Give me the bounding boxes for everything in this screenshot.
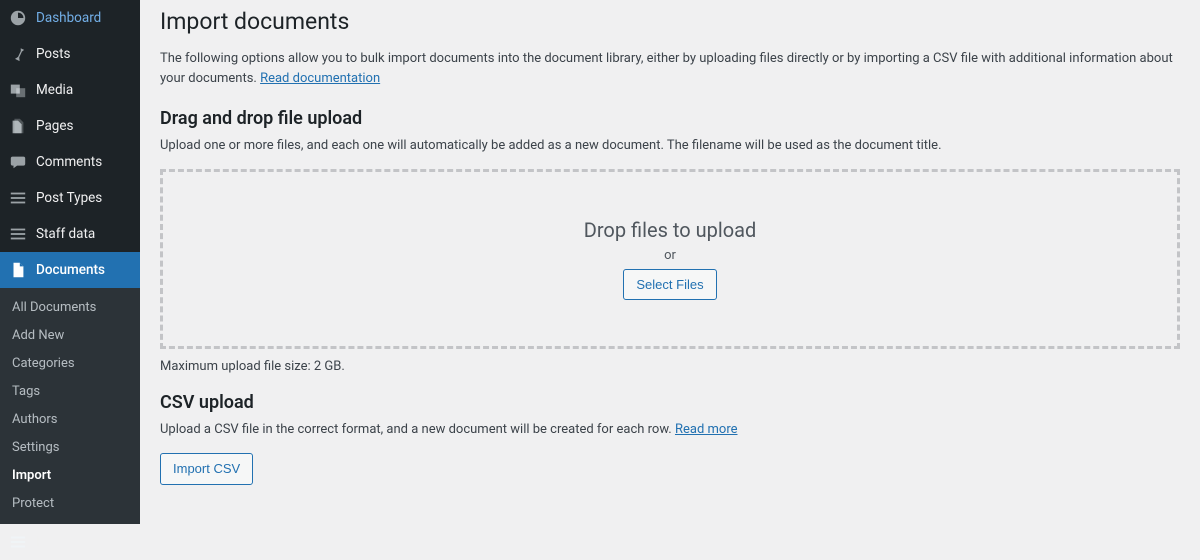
sidebar-item-media[interactable]: Media: [0, 72, 140, 108]
sidebar-item-label: Documents: [36, 261, 105, 279]
pin-icon: [8, 44, 28, 64]
sidebar-item-label: Staff data: [36, 225, 95, 243]
sidebar-item-post-tables[interactable]: Post Tables: [0, 524, 140, 560]
sidebar-item-label: Posts: [36, 45, 70, 63]
dropzone-title: Drop files to upload: [584, 218, 757, 242]
sidebar-submenu-documents: All Documents Add New Categories Tags Au…: [0, 288, 140, 524]
max-upload-hint: Maximum upload file size: 2 GB.: [160, 359, 1180, 374]
section-drag-drop-desc: Upload one or more files, and each one w…: [160, 137, 1180, 155]
comments-icon: [8, 152, 28, 172]
file-dropzone[interactable]: Drop files to upload or Select Files: [160, 169, 1180, 349]
dashboard-icon: [8, 8, 28, 28]
sidebar-item-label: Comments: [36, 153, 102, 171]
submenu-add-new[interactable]: Add New: [0, 322, 140, 350]
table-icon: [8, 532, 28, 552]
submenu-all-documents[interactable]: All Documents: [0, 294, 140, 322]
main-content: Import documents The following options a…: [140, 0, 1200, 505]
media-icon: [8, 80, 28, 100]
sidebar-item-documents[interactable]: Documents: [0, 252, 140, 288]
list-icon: [8, 188, 28, 208]
sidebar-item-label: Media: [36, 81, 73, 99]
document-icon: [8, 260, 28, 280]
sidebar-item-staff-data[interactable]: Staff data: [0, 216, 140, 252]
sidebar-item-post-types[interactable]: Post Types: [0, 180, 140, 216]
submenu-tags[interactable]: Tags: [0, 378, 140, 406]
submenu-settings[interactable]: Settings: [0, 434, 140, 462]
sidebar-item-label: Post Tables: [36, 533, 106, 551]
section-csv-title: CSV upload: [160, 392, 1180, 413]
pages-icon: [8, 116, 28, 136]
read-more-link[interactable]: Read more: [675, 422, 738, 437]
sidebar-item-dashboard[interactable]: Dashboard: [0, 0, 140, 36]
sidebar-item-label: Pages: [36, 117, 74, 135]
submenu-import[interactable]: Import: [0, 462, 140, 490]
sidebar-item-label: Dashboard: [36, 9, 101, 27]
sidebar-item-label: Post Types: [36, 189, 102, 207]
intro-paragraph: The following options allow you to bulk …: [160, 49, 1180, 88]
admin-sidebar: Dashboard Posts Media Pages Comments Pos…: [0, 0, 140, 505]
read-documentation-link[interactable]: Read documentation: [260, 71, 380, 86]
submenu-authors[interactable]: Authors: [0, 406, 140, 434]
sidebar-item-comments[interactable]: Comments: [0, 144, 140, 180]
section-csv-desc: Upload a CSV file in the correct format,…: [160, 421, 1180, 439]
submenu-protect[interactable]: Protect: [0, 490, 140, 518]
sidebar-item-posts[interactable]: Posts: [0, 36, 140, 72]
section-drag-drop-title: Drag and drop file upload: [160, 108, 1180, 129]
import-csv-button[interactable]: Import CSV: [160, 453, 253, 485]
list-icon: [8, 224, 28, 244]
csv-desc-text: Upload a CSV file in the correct format,…: [160, 422, 675, 437]
dropzone-or-text: or: [664, 248, 676, 263]
submenu-categories[interactable]: Categories: [0, 350, 140, 378]
page-title: Import documents: [160, 8, 1180, 35]
sidebar-item-pages[interactable]: Pages: [0, 108, 140, 144]
select-files-button[interactable]: Select Files: [623, 269, 716, 301]
